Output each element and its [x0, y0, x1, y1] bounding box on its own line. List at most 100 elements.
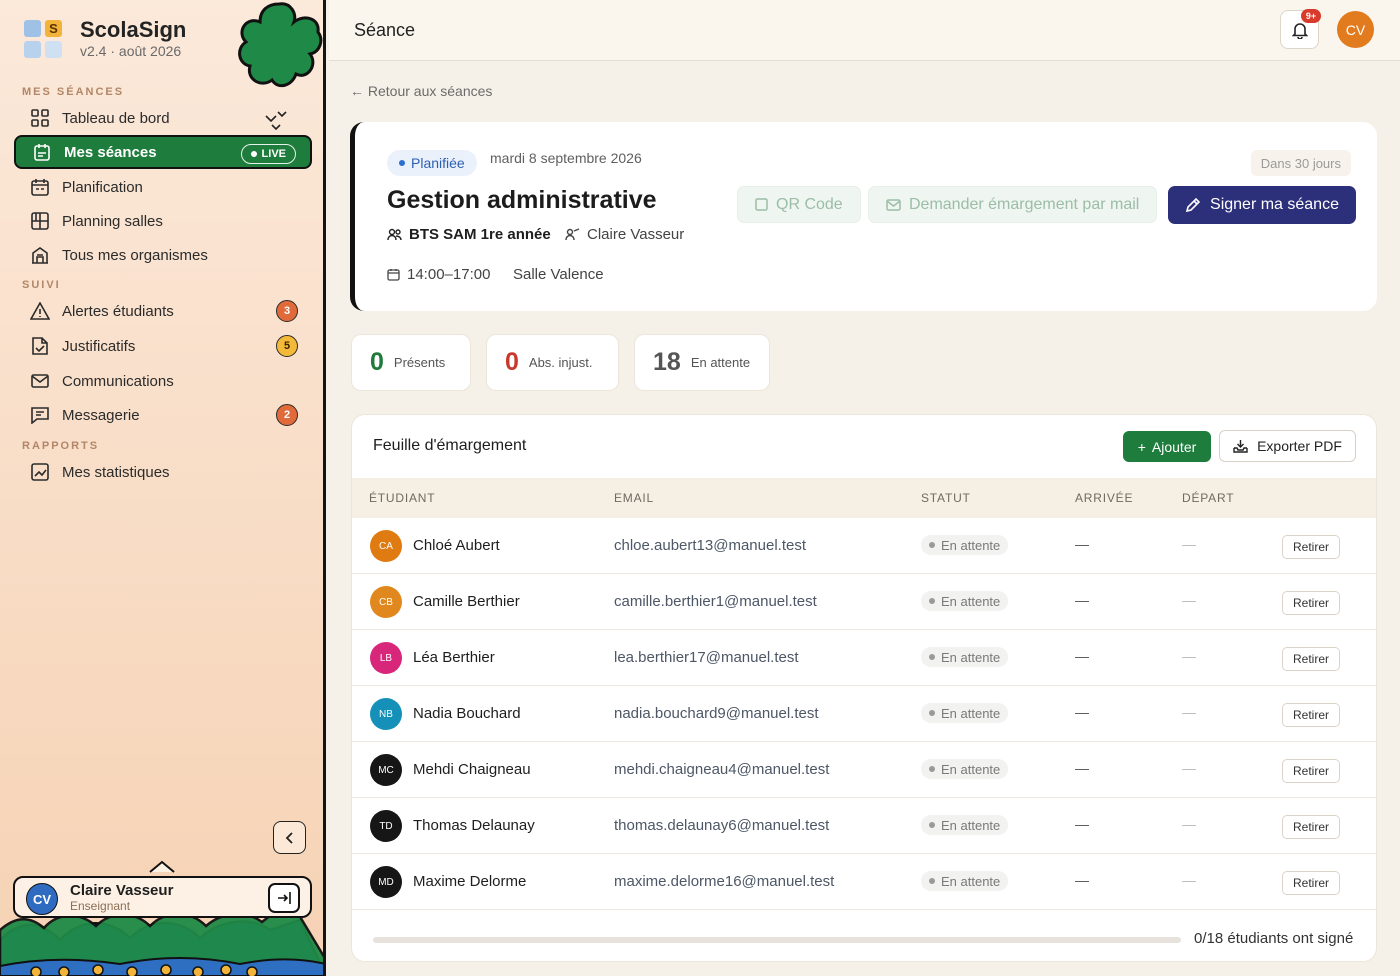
session-title: Gestion administrative	[387, 186, 657, 214]
request-signature-mail-button[interactable]: Demander émargement par mail	[868, 186, 1158, 223]
logout-button[interactable]	[268, 883, 300, 913]
rooms-grid-icon	[30, 211, 50, 231]
sidebar-item-planning-salles[interactable]: Planning salles	[14, 204, 312, 238]
arrival-time: —	[1075, 536, 1089, 552]
remove-student-button[interactable]: Retirer	[1282, 591, 1340, 615]
app-name: ScolaSign	[80, 17, 187, 42]
sidebar-item-label: Mes séances	[64, 143, 157, 161]
remove-student-button[interactable]: Retirer	[1282, 535, 1340, 559]
section-label-suivi: SUIVI	[22, 279, 61, 291]
student-email[interactable]: nadia.bouchard9@manuel.test	[614, 705, 819, 722]
sidebar-item-planification[interactable]: Planification	[14, 170, 312, 204]
student-name: Maxime Delorme	[413, 873, 527, 890]
departure-time: —	[1182, 536, 1196, 552]
export-pdf-button[interactable]: Exporter PDF	[1219, 430, 1356, 462]
sidebar-item-mes-seances[interactable]: Mes séances LIVE	[14, 135, 312, 169]
section-label-rapports: RAPPORTS	[22, 440, 100, 452]
sidebar-item-label: Alertes étudiants	[62, 302, 174, 320]
sidebar-item-label: Messagerie	[62, 406, 140, 424]
status-badge: En attente	[921, 535, 1009, 555]
add-student-button[interactable]: + Ajouter	[1123, 431, 1211, 462]
live-badge: LIVE	[240, 144, 296, 164]
download-tray-icon	[1233, 440, 1248, 453]
session-group: BTS SAM 1re année	[387, 226, 551, 243]
student-email[interactable]: thomas.delaunay6@manuel.test	[614, 817, 829, 834]
avatar: LB	[370, 642, 402, 674]
sidebar-item-alertes-etudiants[interactable]: Alertes étudiants 3	[14, 294, 312, 328]
column-header: DÉPART	[1182, 491, 1235, 505]
chat-icon	[30, 405, 50, 425]
sidebar-item-label: Tableau de bord	[62, 109, 170, 127]
sidebar-item-mes-statistiques[interactable]: Mes statistiques	[14, 455, 312, 489]
remove-student-button[interactable]: Retirer	[1282, 647, 1340, 671]
group-icon	[387, 228, 402, 241]
status-badge: En attente	[921, 703, 1009, 723]
table-row: CA Chloé Aubert chloe.aubert13@manuel.test…	[352, 518, 1376, 574]
justificatifs-count-badge: 5	[276, 335, 298, 357]
departure-time: —	[1182, 592, 1196, 608]
user-card[interactable]: CV Claire Vasseur Enseignant	[13, 876, 312, 918]
table-row: CB Camille Berthier camille.berthier1@manu…	[352, 574, 1376, 630]
sidebar-item-label: Mes statistiques	[62, 463, 170, 481]
document-check-icon	[30, 336, 50, 356]
avatar: MD	[370, 866, 402, 898]
student-name: Léa Berthier	[413, 649, 495, 666]
status-badge: Planifiée	[387, 150, 477, 176]
qr-code-button[interactable]: QR Code	[737, 186, 861, 223]
teacher-icon	[565, 228, 580, 241]
table-row: LB Léa Berthier lea.berthier17@manuel.test…	[352, 630, 1376, 686]
table-row: NB Nadia Bouchard nadia.bouchard9@manuel.t…	[352, 686, 1376, 742]
departure-time: —	[1182, 760, 1196, 776]
stat-unjustified-absences: 0 Abs. injust.	[486, 334, 619, 391]
student-email[interactable]: mehdi.chaigneau4@manuel.test	[614, 761, 829, 778]
arrival-time: —	[1075, 816, 1089, 832]
arrival-time: —	[1075, 704, 1089, 720]
departure-time: —	[1182, 704, 1196, 720]
notification-count-badge: 9+	[1301, 9, 1321, 23]
table-row: MC Mehdi Chaigneau mehdi.chaigneau4@manuel…	[352, 742, 1376, 798]
student-name: Mehdi Chaigneau	[413, 761, 531, 778]
sidebar-item-label: Planning salles	[62, 212, 163, 230]
session-room: Salle Valence	[513, 266, 604, 283]
building-icon	[30, 245, 50, 265]
mail-icon	[30, 371, 50, 391]
remove-student-button[interactable]: Retirer	[1282, 759, 1340, 783]
avatar: CV	[26, 883, 58, 915]
column-header: ARRIVÉE	[1075, 491, 1134, 505]
sidebar-item-label: Justificatifs	[62, 337, 136, 355]
student-email[interactable]: maxime.delorme16@manuel.test	[614, 873, 834, 890]
expand-chevron-button[interactable]	[263, 107, 289, 133]
remove-student-button[interactable]: Retirer	[1282, 703, 1340, 727]
student-name: Nadia Bouchard	[413, 705, 521, 722]
attendance-sheet: Feuille d'émargement + Ajouter Exporter P…	[351, 414, 1377, 962]
student-email[interactable]: chloe.aubert13@manuel.test	[614, 537, 806, 554]
sign-session-button[interactable]: Signer ma séance	[1168, 186, 1356, 224]
sidebar-item-tous-mes-organismes[interactable]: Tous mes organismes	[14, 238, 312, 272]
logout-arrow-icon	[278, 892, 291, 904]
user-name: Claire Vasseur	[70, 882, 174, 899]
sidebar-item-label: Communications	[62, 372, 174, 390]
sheet-title: Feuille d'émargement	[373, 437, 527, 454]
stat-present: 0 Présents	[351, 334, 471, 391]
avatar: CB	[370, 586, 402, 618]
student-email[interactable]: camille.berthier1@manuel.test	[614, 593, 817, 610]
student-email[interactable]: lea.berthier17@manuel.test	[614, 649, 799, 666]
table-row: MD Maxime Delorme maxime.delorme16@manuel.…	[352, 854, 1376, 910]
back-to-sessions-link[interactable]: ← Retour aux séances	[350, 83, 492, 99]
avatar[interactable]: CV	[1337, 11, 1374, 48]
section-label-mes-seances: MES SÉANCES	[22, 86, 125, 98]
remove-student-button[interactable]: Retirer	[1282, 815, 1340, 839]
sidebar-item-messagerie[interactable]: Messagerie 2	[14, 398, 312, 432]
session-teacher: Claire Vasseur	[565, 226, 684, 243]
sidebar-item-justificatifs[interactable]: Justificatifs 5	[14, 329, 312, 363]
decorative-blob-icon	[238, 2, 323, 88]
session-date: mardi 8 septembre 2026	[490, 150, 642, 166]
bell-icon	[1291, 22, 1308, 39]
remove-student-button[interactable]: Retirer	[1282, 871, 1340, 895]
plus-icon: +	[1137, 438, 1146, 455]
signature-progress-bar	[373, 937, 1181, 943]
sidebar-item-communications[interactable]: Communications	[14, 364, 312, 398]
collapse-sidebar-button[interactable]	[273, 821, 306, 854]
page-title: Séance	[354, 20, 416, 40]
departure-time: —	[1182, 648, 1196, 664]
